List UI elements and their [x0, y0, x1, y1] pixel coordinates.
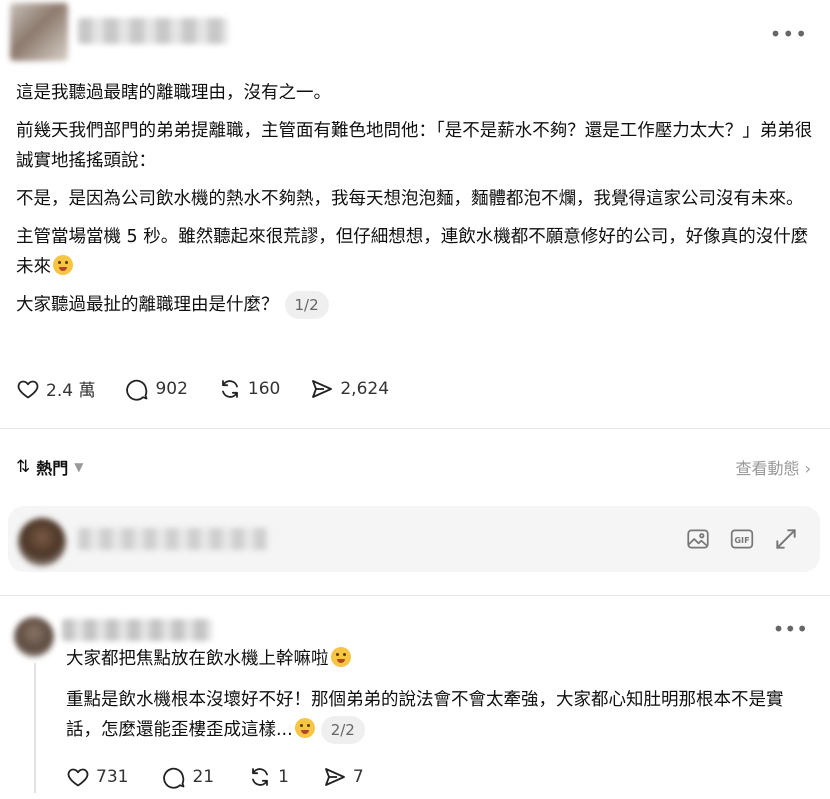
view-activity-link[interactable]: 查看動態 ›	[736, 455, 812, 479]
post-question: 大家聽過最扯的離職理由是什麼？ 1/2	[16, 290, 816, 320]
share-button[interactable]: 2,624	[310, 377, 389, 401]
like-button[interactable]: 731	[66, 765, 128, 789]
divider	[0, 428, 830, 429]
share-count: 7	[352, 767, 364, 787]
sort-label: 熱門	[36, 459, 69, 478]
like-count: 731	[96, 767, 129, 787]
expand-button[interactable]	[772, 525, 800, 553]
avatar[interactable]	[14, 617, 54, 657]
sweat-smile-emoji-icon	[294, 718, 315, 738]
comment-count: 902	[155, 378, 188, 399]
heart-icon	[67, 768, 89, 787]
question-text: 大家聽過最扯的離職理由是什麼？	[16, 295, 279, 315]
comment-reply: 重點是飲水機根本沒壞好不好！那個弟弟的說法會不會太牽強，大家都心知肚明那根本不是…	[66, 685, 806, 745]
comment-button[interactable]: 902	[125, 377, 188, 401]
repost-button[interactable]: 1	[248, 765, 289, 789]
repost-count: 1	[278, 767, 289, 787]
svg-text:GIF: GIF	[734, 535, 749, 545]
laughing-emoji-icon	[330, 647, 351, 667]
composer-tools: GIF	[684, 525, 800, 553]
reply-input-placeholder[interactable]	[78, 528, 268, 550]
reply-text: 重點是飲水機根本沒壞好不好！那個弟弟的說法會不會太牽強，大家都心知肚明那根本不是…	[66, 690, 784, 740]
expand-icon	[776, 529, 796, 549]
chevron-down-icon: ▼	[74, 460, 84, 474]
post-paragraph: 這是我聽過最瞎的離職理由，沒有之一。	[16, 83, 331, 103]
comment-count: 21	[192, 767, 215, 787]
post-actions: 2.4 萬 902 160 2,624	[16, 376, 419, 401]
page-indicator: 1/2	[284, 291, 329, 319]
share-icon	[325, 768, 345, 786]
repost-button[interactable]: 160	[218, 377, 280, 401]
comment-text-line: 大家都把焦點放在飲水機上幹嘛啦	[66, 645, 351, 673]
sort-row: ⇅ 熱門 ▼ 查看動態 ›	[16, 454, 811, 480]
username[interactable]	[62, 619, 212, 641]
comment-bubble-icon	[163, 767, 185, 789]
share-icon	[312, 379, 333, 398]
share-button[interactable]: 7	[323, 765, 364, 789]
reply-composer[interactable]: GIF	[8, 506, 820, 572]
like-button[interactable]: 2.4 萬	[16, 376, 95, 401]
page-indicator: 2/2	[320, 716, 365, 744]
thread-line	[34, 663, 36, 793]
post-paragraph-text: 主管當場當機 5 秒。雖然聽起來很荒謬，但仔細想想，連飲水機都不願意修好的公司，…	[16, 227, 809, 277]
repost-count: 160	[247, 378, 281, 399]
flushed-emoji-icon	[53, 255, 73, 275]
username[interactable]	[78, 18, 228, 44]
divider	[0, 595, 830, 596]
share-count: 2,624	[340, 378, 390, 399]
image-icon	[687, 529, 709, 549]
comment-button[interactable]: 21	[162, 765, 214, 789]
comment-actions: 731 21 1 7	[66, 765, 398, 789]
sort-dropdown[interactable]: ⇅ 熱門 ▼	[16, 455, 84, 479]
sort-arrows-icon: ⇅	[16, 457, 31, 477]
repost-icon	[222, 379, 238, 398]
comment-text: 大家都把焦點放在飲水機上幹嘛啦	[66, 649, 329, 669]
heart-icon	[17, 380, 39, 398]
avatar	[18, 518, 66, 566]
avatar[interactable]	[10, 3, 68, 61]
image-button[interactable]	[684, 525, 712, 553]
repost-icon	[252, 768, 268, 786]
post-paragraph: 前幾天我們部門的弟弟提離職，主管面有難色地問他：「是不是薪水不夠？還是工作壓力太…	[16, 121, 813, 171]
more-horizontal-icon[interactable]: •••	[773, 619, 808, 639]
gif-button[interactable]: GIF	[728, 525, 756, 553]
post-paragraph: 不是，是因為公司飲水機的熱水不夠熱，我每天想泡泡麵，麵體都泡不爛，我覺得這家公司…	[16, 189, 804, 209]
post-paragraph: 主管當場當機 5 秒。雖然聽起來很荒謬，但仔細想想，連飲水機都不願意修好的公司，…	[16, 222, 816, 282]
post-header: •••	[0, 0, 830, 70]
like-count: 2.4 萬	[46, 381, 96, 401]
post-body: 這是我聽過最瞎的離職理由，沒有之一。 前幾天我們部門的弟弟提離職，主管面有難色地…	[16, 78, 816, 328]
comment-bubble-icon	[126, 379, 148, 401]
more-horizontal-icon[interactable]: •••	[770, 24, 808, 44]
gif-icon: GIF	[730, 529, 754, 549]
